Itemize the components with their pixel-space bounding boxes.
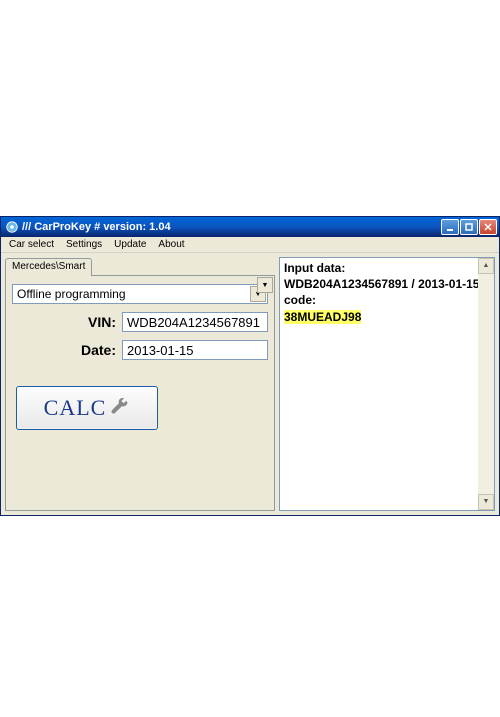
- output-code-highlight: 38MUEADJ98: [284, 310, 361, 324]
- vin-label: VIN:: [12, 314, 122, 330]
- menu-about[interactable]: About: [152, 238, 190, 251]
- tab-row: Mercedes\Smart: [5, 257, 275, 275]
- scroll-track[interactable]: [478, 274, 494, 494]
- tab-mercedes-smart[interactable]: Mercedes\Smart: [5, 258, 92, 276]
- mode-select-value: Offline programming: [17, 287, 126, 301]
- wrench-icon: [110, 398, 130, 418]
- left-panel: Mercedes\Smart Offline programming ▼ VIN…: [1, 253, 279, 515]
- output-line: Input data:: [284, 260, 490, 276]
- date-input[interactable]: 2013-01-15 ▼: [122, 340, 268, 360]
- minimize-button[interactable]: [441, 219, 459, 235]
- menu-update[interactable]: Update: [108, 238, 152, 251]
- app-icon: [5, 220, 19, 234]
- window-controls: [441, 219, 497, 235]
- vertical-scrollbar[interactable]: ▲ ▼: [478, 258, 494, 510]
- calc-button-label: CALC: [44, 395, 107, 421]
- right-panel: Input data: WDB204A1234567891 / 2013-01-…: [279, 253, 499, 515]
- menubar: Car select Settings Update About: [1, 237, 499, 253]
- date-label: Date:: [12, 342, 122, 358]
- date-dropdown-icon[interactable]: ▼: [257, 277, 273, 293]
- mode-select[interactable]: Offline programming ▼: [12, 284, 268, 304]
- calc-button[interactable]: CALC: [16, 386, 158, 430]
- vin-row: VIN: WDB204A1234567891: [12, 312, 268, 332]
- menu-car-select[interactable]: Car select: [3, 238, 60, 251]
- output-line: code:: [284, 292, 490, 308]
- titlebar[interactable]: /// CarProKey # version: 1.04: [1, 217, 499, 237]
- date-row: Date: 2013-01-15 ▼: [12, 340, 268, 360]
- vin-input[interactable]: WDB204A1234567891: [122, 312, 268, 332]
- output-textarea[interactable]: Input data: WDB204A1234567891 / 2013-01-…: [279, 257, 495, 511]
- content-area: Mercedes\Smart Offline programming ▼ VIN…: [1, 253, 499, 515]
- tab-body: Offline programming ▼ VIN: WDB204A123456…: [5, 275, 275, 511]
- output-line: WDB204A1234567891 / 2013-01-15: [284, 276, 490, 292]
- scroll-up-button[interactable]: ▲: [478, 258, 494, 274]
- menu-settings[interactable]: Settings: [60, 238, 108, 251]
- close-button[interactable]: [479, 219, 497, 235]
- date-input-value: 2013-01-15: [127, 343, 194, 358]
- app-window: /// CarProKey # version: 1.04 Car select…: [0, 216, 500, 516]
- maximize-button[interactable]: [460, 219, 478, 235]
- window-title: /// CarProKey # version: 1.04: [22, 221, 441, 233]
- output-line: 38MUEADJ98: [284, 309, 490, 325]
- scroll-down-button[interactable]: ▼: [478, 494, 494, 510]
- vin-input-value: WDB204A1234567891: [127, 315, 260, 330]
